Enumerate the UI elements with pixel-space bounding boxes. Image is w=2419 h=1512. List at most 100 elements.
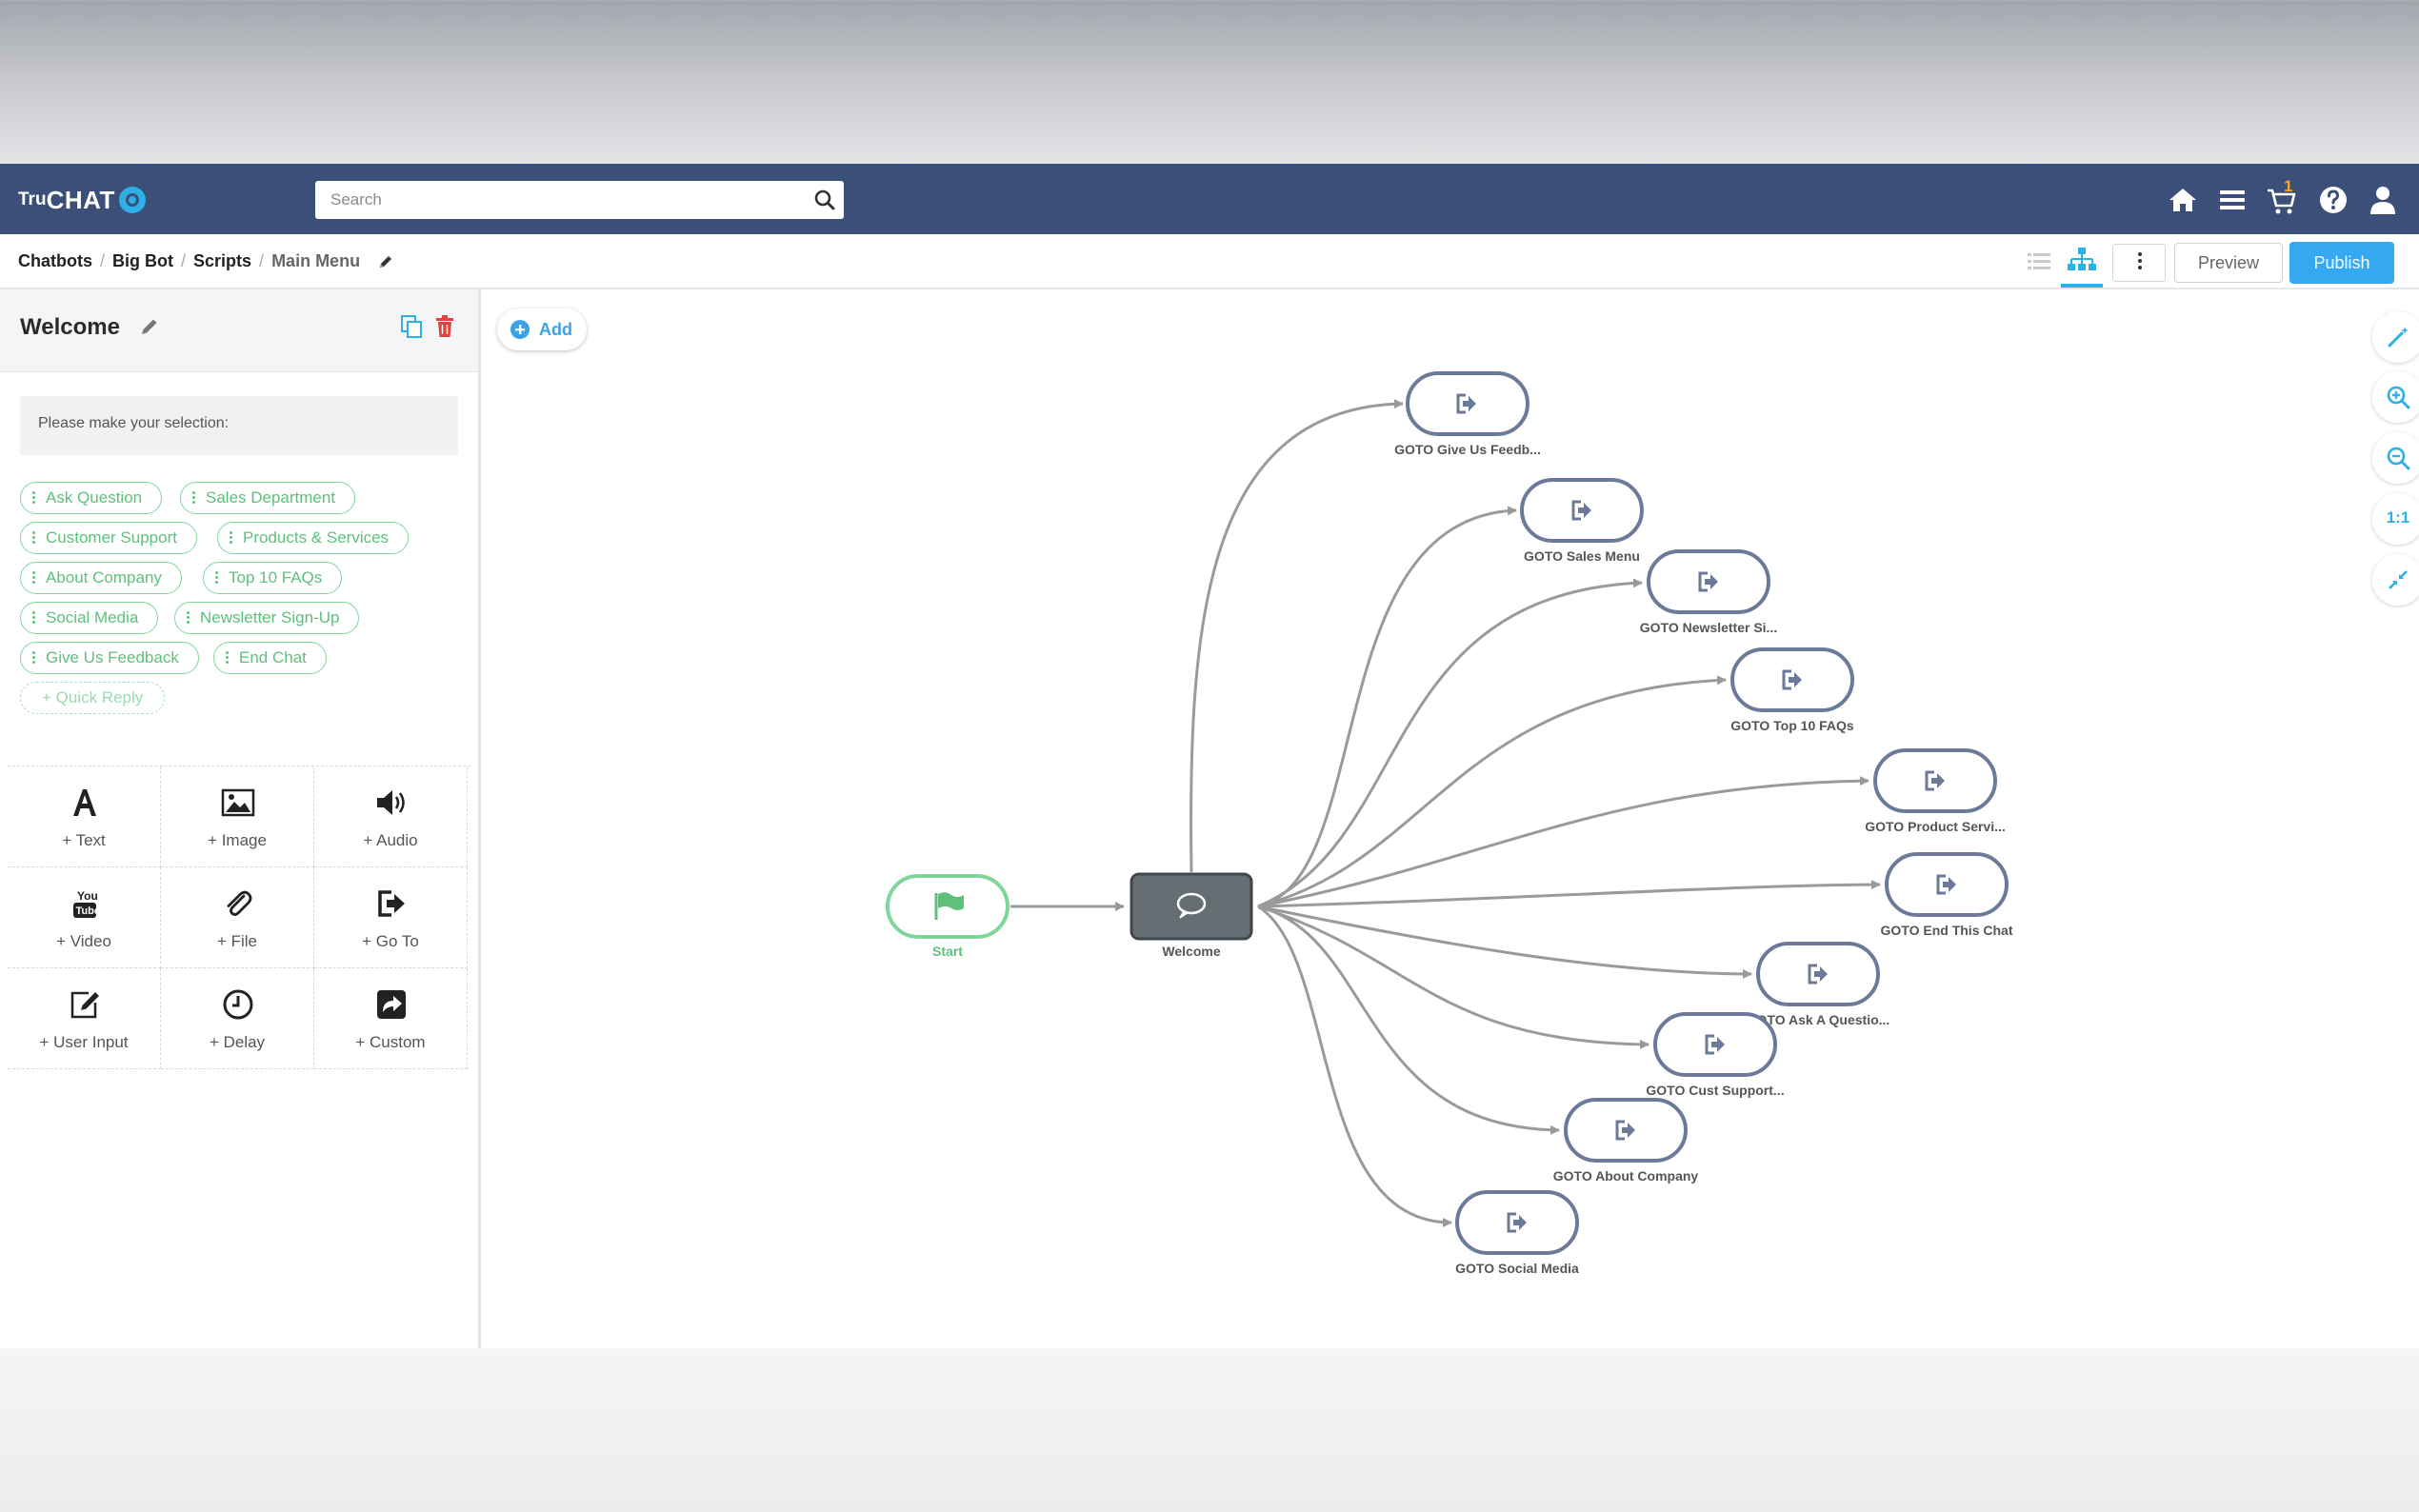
quick-reply-social-media[interactable]: Social Media xyxy=(20,602,159,634)
flow-canvas[interactable]: Add 1:1 Start Welcome GOTO Give Us Feedb… xyxy=(481,289,2419,1348)
edge-welcome-ask-a-question xyxy=(1257,905,1752,979)
edit-title-icon[interactable] xyxy=(139,316,160,337)
youtube-icon: You Tube xyxy=(73,889,100,918)
tool-label: + Audio xyxy=(363,831,418,849)
message-text: Please make your selection: xyxy=(38,415,230,431)
search-icon[interactable] xyxy=(813,189,836,211)
add-quick-reply-button[interactable]: + Quick Reply xyxy=(20,682,166,714)
add-audio-tool[interactable]: + Audio xyxy=(314,766,468,867)
goto-node-top-10-faqs[interactable]: GOTO Top 10 FAQs xyxy=(1730,647,1854,733)
help-icon[interactable] xyxy=(2316,183,2350,217)
edge-welcome-end-this-chat xyxy=(1257,880,1881,908)
goto-node-sales-menu[interactable]: GOTO Sales Menu xyxy=(1520,478,1644,564)
edge-welcome-social-media xyxy=(1257,905,1452,1227)
quick-reply-end-chat[interactable]: End Chat xyxy=(213,642,327,674)
panel-header: Welcome xyxy=(0,289,478,372)
add-custom-tool[interactable]: + Custom xyxy=(314,968,468,1069)
delete-icon[interactable] xyxy=(434,314,455,339)
publish-button[interactable]: Publish xyxy=(2289,242,2394,284)
goto-node-give-us-feedback[interactable]: GOTO Give Us Feedb... xyxy=(1394,371,1541,457)
node-title: Welcome xyxy=(20,314,120,340)
tool-label: + Delay xyxy=(209,1033,266,1051)
goto-node-label: GOTO End This Chat xyxy=(1881,923,2013,938)
goto-node-label: GOTO Social Media xyxy=(1455,1261,1579,1276)
edit-script-name-icon[interactable] xyxy=(377,253,394,270)
breadcrumb-bar: Chatbots / Big Bot / Scripts / Main Menu… xyxy=(0,234,2419,289)
logo-ring-icon xyxy=(118,187,146,213)
goto-node-end-this-chat[interactable]: GOTO End This Chat xyxy=(1881,852,2013,938)
breadcrumb-separator: / xyxy=(181,251,187,270)
goto-node-label: GOTO Sales Menu xyxy=(1524,548,1640,564)
breadcrumb-scripts[interactable]: Scripts xyxy=(193,251,251,271)
preview-button[interactable]: Preview xyxy=(2174,243,2283,283)
message-text-box[interactable]: Please make your selection: xyxy=(20,396,458,455)
cart-button[interactable]: 1 xyxy=(2265,177,2299,217)
tool-label: + Go To xyxy=(362,932,419,950)
kebab-icon xyxy=(2138,252,2142,256)
quick-reply-products-services[interactable]: Products & Services xyxy=(217,522,410,554)
goto-node-ask-a-question[interactable]: GOTO Ask A Questio... xyxy=(1747,942,1890,1027)
home-icon[interactable] xyxy=(2166,183,2200,217)
logo-prefix: Tru xyxy=(18,189,47,209)
quick-reply-sales-department[interactable]: Sales Department xyxy=(180,482,356,514)
goto-node-label: GOTO Newsletter Si... xyxy=(1640,620,1777,635)
edge-welcome-give-us-feedback xyxy=(1190,399,1404,873)
menu-icon[interactable] xyxy=(2215,183,2249,217)
breadcrumb-big-bot[interactable]: Big Bot xyxy=(112,251,173,271)
list-view-icon[interactable] xyxy=(2025,248,2053,276)
edge-welcome-top-10-faqs xyxy=(1257,675,1727,908)
active-view-indicator xyxy=(2061,284,2103,288)
quick-reply-newsletter-sign-up[interactable]: Newsletter Sign-Up xyxy=(174,602,360,634)
share-square-icon xyxy=(377,990,406,1019)
tool-label: + File xyxy=(216,932,258,950)
goto-icon xyxy=(378,890,405,917)
quick-reply-give-us-feedback[interactable]: Give Us Feedback xyxy=(20,642,199,674)
node-editor-panel: Welcome Please make your selection: Ask … xyxy=(0,289,481,1348)
add-file-tool[interactable]: + File xyxy=(161,867,314,968)
breadcrumb-chatbots[interactable]: Chatbots xyxy=(18,251,92,271)
quick-reply-top-10-faqs[interactable]: Top 10 FAQs xyxy=(203,562,343,594)
breadcrumb-separator: / xyxy=(259,251,265,270)
top-navbar: Tru CHAT 1 xyxy=(0,164,2419,234)
breadcrumb-main-menu: Main Menu xyxy=(271,251,361,270)
edit-form-icon xyxy=(70,991,99,1019)
quick-reply-about-company[interactable]: About Company xyxy=(20,562,182,594)
quick-reply-customer-support[interactable]: Customer Support xyxy=(20,522,197,554)
add-image-tool[interactable]: + Image xyxy=(161,766,314,867)
user-icon[interactable] xyxy=(2366,183,2400,217)
tree-view-icon[interactable] xyxy=(2065,244,2099,278)
truchat-logo[interactable]: Tru CHAT xyxy=(18,185,146,215)
add-content-tools: + Text + Image + Audio You Tube + Video … xyxy=(8,766,470,1071)
goto-node-social-media[interactable]: GOTO Social Media xyxy=(1455,1190,1579,1276)
tool-label: + Custom xyxy=(355,1033,426,1051)
goto-node-label: GOTO Cust Support... xyxy=(1646,1083,1784,1098)
start-node[interactable]: Start xyxy=(886,874,1010,959)
goto-node-newsletter[interactable]: GOTO Newsletter Si... xyxy=(1640,549,1777,635)
edge-welcome-sales-menu xyxy=(1257,506,1517,908)
goto-node-cust-support[interactable]: GOTO Cust Support... xyxy=(1646,1012,1785,1098)
goto-node-label: GOTO Give Us Feedb... xyxy=(1394,442,1541,457)
search-input[interactable] xyxy=(315,181,791,219)
add-goto-tool[interactable]: + Go To xyxy=(314,867,468,968)
add-delay-tool[interactable]: + Delay xyxy=(161,968,314,1069)
more-options-button[interactable] xyxy=(2112,244,2166,282)
cart-icon xyxy=(2268,189,2296,214)
search-box xyxy=(315,181,844,219)
breadcrumb: Chatbots / Big Bot / Scripts / Main Menu xyxy=(18,251,394,271)
add-video-tool[interactable]: You Tube + Video xyxy=(8,867,161,968)
quick-replies: Ask Question Sales Department Customer S… xyxy=(20,482,468,722)
start-node-label: Start xyxy=(932,944,963,959)
goto-node-label: GOTO Top 10 FAQs xyxy=(1730,718,1854,733)
edge-welcome-about-company xyxy=(1257,905,1560,1135)
background-bottom xyxy=(0,1348,2419,1512)
quick-reply-ask-question[interactable]: Ask Question xyxy=(20,482,163,514)
add-text-tool[interactable]: + Text xyxy=(8,766,161,867)
duplicate-icon[interactable] xyxy=(400,314,423,339)
svg-text:Tube: Tube xyxy=(76,905,100,917)
flow-edges xyxy=(1010,399,1881,1227)
add-user-input-tool[interactable]: + User Input xyxy=(8,968,161,1069)
goto-node-about-company[interactable]: GOTO About Company xyxy=(1553,1098,1699,1184)
welcome-node[interactable]: Welcome xyxy=(1130,872,1253,959)
goto-node-product-services[interactable]: GOTO Product Servi... xyxy=(1865,748,2006,834)
tool-label: + Text xyxy=(62,831,106,849)
